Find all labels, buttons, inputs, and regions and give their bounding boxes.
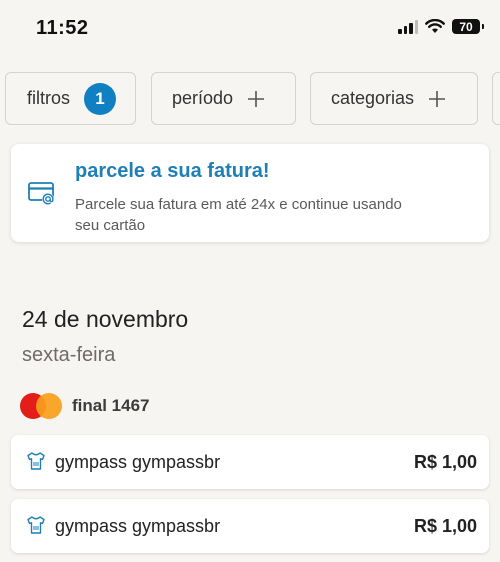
chip-label: período [172, 88, 234, 108]
shirt-icon [27, 516, 45, 534]
transaction-amount: R$ 1,00 [413, 516, 477, 536]
filter-chip-filtros[interactable]: filtros 1 [5, 72, 136, 125]
battery-icon: 70 [452, 19, 484, 34]
transaction-item[interactable]: gympass gympassbr R$ 1,00 [11, 435, 489, 489]
transaction-name: gympass gympassbr [55, 516, 221, 536]
filter-chip-periodo[interactable]: período [151, 72, 296, 125]
promo-title: parcele a sua fatura! [75, 160, 270, 182]
transaction-item[interactable]: gympass gympassbr R$ 1,00 [11, 499, 489, 553]
wifi-icon [425, 19, 445, 33]
cellular-signal-icon [398, 19, 418, 34]
mastercard-logo-icon [20, 393, 62, 419]
battery-level: 70 [459, 19, 473, 34]
chip-label: filtros [27, 88, 71, 108]
transaction-amount: R$ 1,00 [413, 452, 477, 472]
credit-card-at-icon [28, 182, 54, 205]
transaction-weekday: sexta-feira [22, 344, 116, 366]
status-icons: 70 [398, 19, 484, 34]
filter-count-badge: 1 [84, 82, 117, 115]
filter-chip-categorias[interactable]: categorias [310, 72, 478, 125]
plus-icon [248, 90, 265, 107]
chip-label: categorias [331, 88, 415, 108]
plus-icon [429, 90, 446, 107]
status-time: 11:52 [36, 17, 89, 39]
promo-description: Parcele sua fatura em até 24x e continue… [75, 196, 402, 234]
filter-bar: filtros 1 período categorias [5, 72, 500, 126]
status-bar: 11:52 70 [0, 0, 500, 58]
transaction-date: 24 de novembro [22, 306, 189, 332]
card-last-digits: final 1467 [72, 396, 150, 415]
filter-chip-more[interactable] [492, 72, 500, 125]
installment-promo-card[interactable]: parcele a sua fatura! Parcele sua fatura… [11, 144, 489, 242]
transaction-name: gympass gympassbr [55, 452, 221, 472]
shirt-icon [27, 452, 45, 470]
card-header: final 1467 [20, 392, 150, 420]
